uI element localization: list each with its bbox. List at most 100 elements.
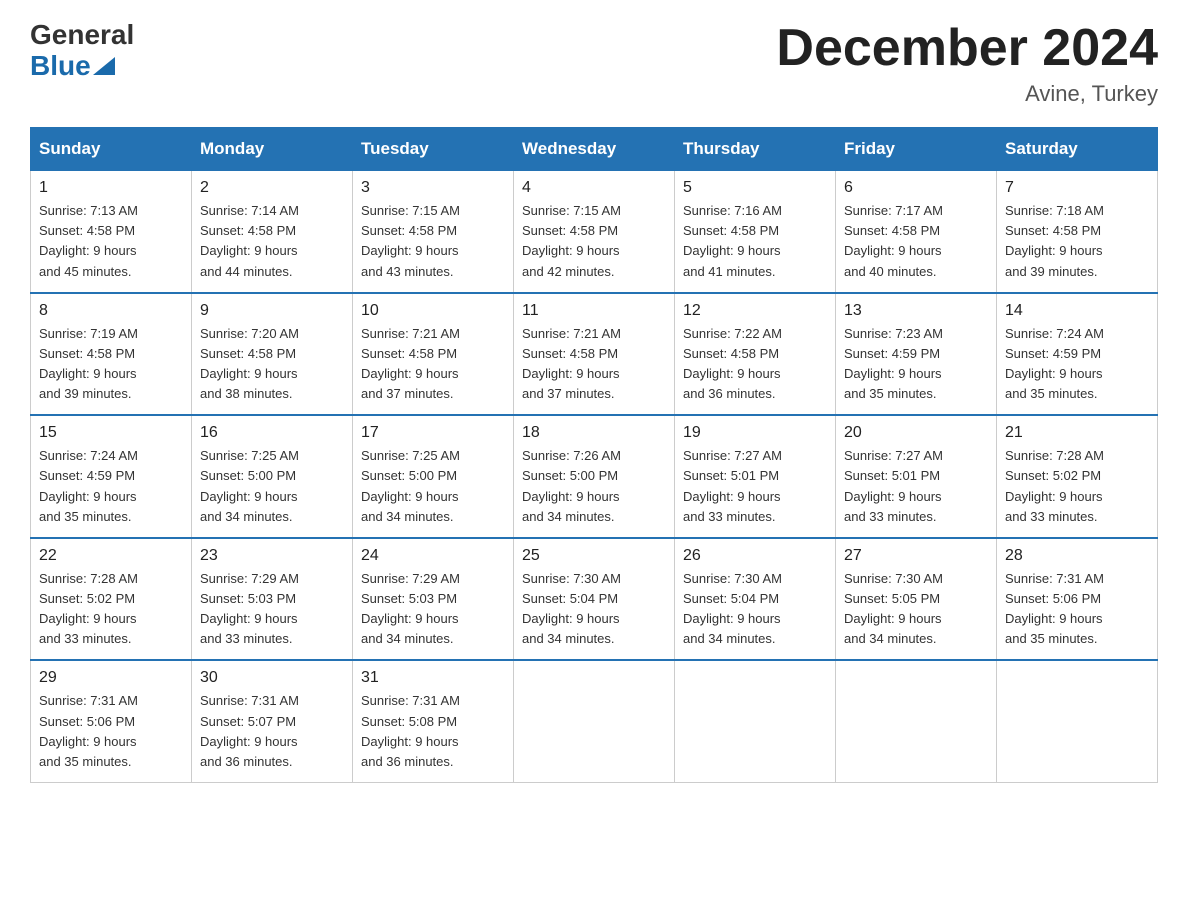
day-info: Sunrise: 7:21 AM Sunset: 4:58 PM Dayligh… [522,324,666,405]
day-info: Sunrise: 7:24 AM Sunset: 4:59 PM Dayligh… [39,446,183,527]
day-number: 29 [39,669,183,687]
day-number: 21 [1005,424,1149,442]
calendar-cell: 31 Sunrise: 7:31 AM Sunset: 5:08 PM Dayl… [353,660,514,782]
month-title: December 2024 [776,20,1158,77]
calendar-cell: 14 Sunrise: 7:24 AM Sunset: 4:59 PM Dayl… [997,293,1158,416]
day-number: 4 [522,179,666,197]
day-info: Sunrise: 7:30 AM Sunset: 5:05 PM Dayligh… [844,569,988,650]
day-number: 22 [39,547,183,565]
day-info: Sunrise: 7:16 AM Sunset: 4:58 PM Dayligh… [683,201,827,282]
day-info: Sunrise: 7:29 AM Sunset: 5:03 PM Dayligh… [361,569,505,650]
day-info: Sunrise: 7:17 AM Sunset: 4:58 PM Dayligh… [844,201,988,282]
weekday-header-thursday: Thursday [675,128,836,170]
calendar-cell: 12 Sunrise: 7:22 AM Sunset: 4:58 PM Dayl… [675,293,836,416]
day-number: 9 [200,302,344,320]
day-number: 6 [844,179,988,197]
day-info: Sunrise: 7:28 AM Sunset: 5:02 PM Dayligh… [39,569,183,650]
calendar-cell: 20 Sunrise: 7:27 AM Sunset: 5:01 PM Dayl… [836,415,997,538]
day-number: 20 [844,424,988,442]
day-number: 16 [200,424,344,442]
calendar-cell: 3 Sunrise: 7:15 AM Sunset: 4:58 PM Dayli… [353,170,514,293]
weekday-header-row: SundayMondayTuesdayWednesdayThursdayFrid… [31,128,1158,170]
calendar-cell: 19 Sunrise: 7:27 AM Sunset: 5:01 PM Dayl… [675,415,836,538]
weekday-header-monday: Monday [192,128,353,170]
day-number: 13 [844,302,988,320]
calendar-cell: 22 Sunrise: 7:28 AM Sunset: 5:02 PM Dayl… [31,538,192,661]
day-number: 3 [361,179,505,197]
day-number: 24 [361,547,505,565]
day-number: 15 [39,424,183,442]
calendar-table: SundayMondayTuesdayWednesdayThursdayFrid… [30,127,1158,783]
calendar-week-row: 15 Sunrise: 7:24 AM Sunset: 4:59 PM Dayl… [31,415,1158,538]
calendar-cell: 15 Sunrise: 7:24 AM Sunset: 4:59 PM Dayl… [31,415,192,538]
logo: General Blue [30,20,134,82]
day-info: Sunrise: 7:31 AM Sunset: 5:06 PM Dayligh… [1005,569,1149,650]
day-number: 1 [39,179,183,197]
day-number: 5 [683,179,827,197]
weekday-header-friday: Friday [836,128,997,170]
day-number: 31 [361,669,505,687]
day-info: Sunrise: 7:31 AM Sunset: 5:07 PM Dayligh… [200,691,344,772]
calendar-cell: 8 Sunrise: 7:19 AM Sunset: 4:58 PM Dayli… [31,293,192,416]
calendar-week-row: 22 Sunrise: 7:28 AM Sunset: 5:02 PM Dayl… [31,538,1158,661]
calendar-week-row: 29 Sunrise: 7:31 AM Sunset: 5:06 PM Dayl… [31,660,1158,782]
day-number: 28 [1005,547,1149,565]
day-number: 17 [361,424,505,442]
calendar-cell: 4 Sunrise: 7:15 AM Sunset: 4:58 PM Dayli… [514,170,675,293]
day-number: 8 [39,302,183,320]
day-number: 12 [683,302,827,320]
calendar-cell: 27 Sunrise: 7:30 AM Sunset: 5:05 PM Dayl… [836,538,997,661]
calendar-cell: 13 Sunrise: 7:23 AM Sunset: 4:59 PM Dayl… [836,293,997,416]
page-header: General Blue December 2024 Avine, Turkey [30,20,1158,107]
day-info: Sunrise: 7:29 AM Sunset: 5:03 PM Dayligh… [200,569,344,650]
day-info: Sunrise: 7:25 AM Sunset: 5:00 PM Dayligh… [200,446,344,527]
day-info: Sunrise: 7:22 AM Sunset: 4:58 PM Dayligh… [683,324,827,405]
day-number: 11 [522,302,666,320]
calendar-cell: 9 Sunrise: 7:20 AM Sunset: 4:58 PM Dayli… [192,293,353,416]
day-info: Sunrise: 7:31 AM Sunset: 5:08 PM Dayligh… [361,691,505,772]
day-info: Sunrise: 7:14 AM Sunset: 4:58 PM Dayligh… [200,201,344,282]
day-info: Sunrise: 7:21 AM Sunset: 4:58 PM Dayligh… [361,324,505,405]
day-info: Sunrise: 7:23 AM Sunset: 4:59 PM Dayligh… [844,324,988,405]
calendar-cell: 25 Sunrise: 7:30 AM Sunset: 5:04 PM Dayl… [514,538,675,661]
day-number: 18 [522,424,666,442]
day-info: Sunrise: 7:30 AM Sunset: 5:04 PM Dayligh… [522,569,666,650]
calendar-cell [836,660,997,782]
day-info: Sunrise: 7:13 AM Sunset: 4:58 PM Dayligh… [39,201,183,282]
day-info: Sunrise: 7:26 AM Sunset: 5:00 PM Dayligh… [522,446,666,527]
calendar-week-row: 8 Sunrise: 7:19 AM Sunset: 4:58 PM Dayli… [31,293,1158,416]
day-number: 23 [200,547,344,565]
day-number: 27 [844,547,988,565]
calendar-cell: 24 Sunrise: 7:29 AM Sunset: 5:03 PM Dayl… [353,538,514,661]
logo-triangle-icon [93,57,115,75]
day-info: Sunrise: 7:15 AM Sunset: 4:58 PM Dayligh… [361,201,505,282]
day-info: Sunrise: 7:27 AM Sunset: 5:01 PM Dayligh… [844,446,988,527]
calendar-cell: 2 Sunrise: 7:14 AM Sunset: 4:58 PM Dayli… [192,170,353,293]
calendar-cell: 21 Sunrise: 7:28 AM Sunset: 5:02 PM Dayl… [997,415,1158,538]
calendar-cell: 17 Sunrise: 7:25 AM Sunset: 5:00 PM Dayl… [353,415,514,538]
calendar-week-row: 1 Sunrise: 7:13 AM Sunset: 4:58 PM Dayli… [31,170,1158,293]
day-info: Sunrise: 7:25 AM Sunset: 5:00 PM Dayligh… [361,446,505,527]
weekday-header-wednesday: Wednesday [514,128,675,170]
calendar-cell: 1 Sunrise: 7:13 AM Sunset: 4:58 PM Dayli… [31,170,192,293]
calendar-cell: 26 Sunrise: 7:30 AM Sunset: 5:04 PM Dayl… [675,538,836,661]
day-info: Sunrise: 7:27 AM Sunset: 5:01 PM Dayligh… [683,446,827,527]
logo-blue: Blue [30,51,134,82]
day-number: 14 [1005,302,1149,320]
location: Avine, Turkey [776,81,1158,107]
day-number: 19 [683,424,827,442]
day-number: 10 [361,302,505,320]
calendar-cell: 7 Sunrise: 7:18 AM Sunset: 4:58 PM Dayli… [997,170,1158,293]
day-info: Sunrise: 7:28 AM Sunset: 5:02 PM Dayligh… [1005,446,1149,527]
day-info: Sunrise: 7:19 AM Sunset: 4:58 PM Dayligh… [39,324,183,405]
day-number: 25 [522,547,666,565]
calendar-cell: 28 Sunrise: 7:31 AM Sunset: 5:06 PM Dayl… [997,538,1158,661]
calendar-cell [675,660,836,782]
day-info: Sunrise: 7:31 AM Sunset: 5:06 PM Dayligh… [39,691,183,772]
day-info: Sunrise: 7:30 AM Sunset: 5:04 PM Dayligh… [683,569,827,650]
calendar-cell: 16 Sunrise: 7:25 AM Sunset: 5:00 PM Dayl… [192,415,353,538]
day-number: 7 [1005,179,1149,197]
calendar-cell [997,660,1158,782]
day-number: 26 [683,547,827,565]
calendar-cell: 5 Sunrise: 7:16 AM Sunset: 4:58 PM Dayli… [675,170,836,293]
